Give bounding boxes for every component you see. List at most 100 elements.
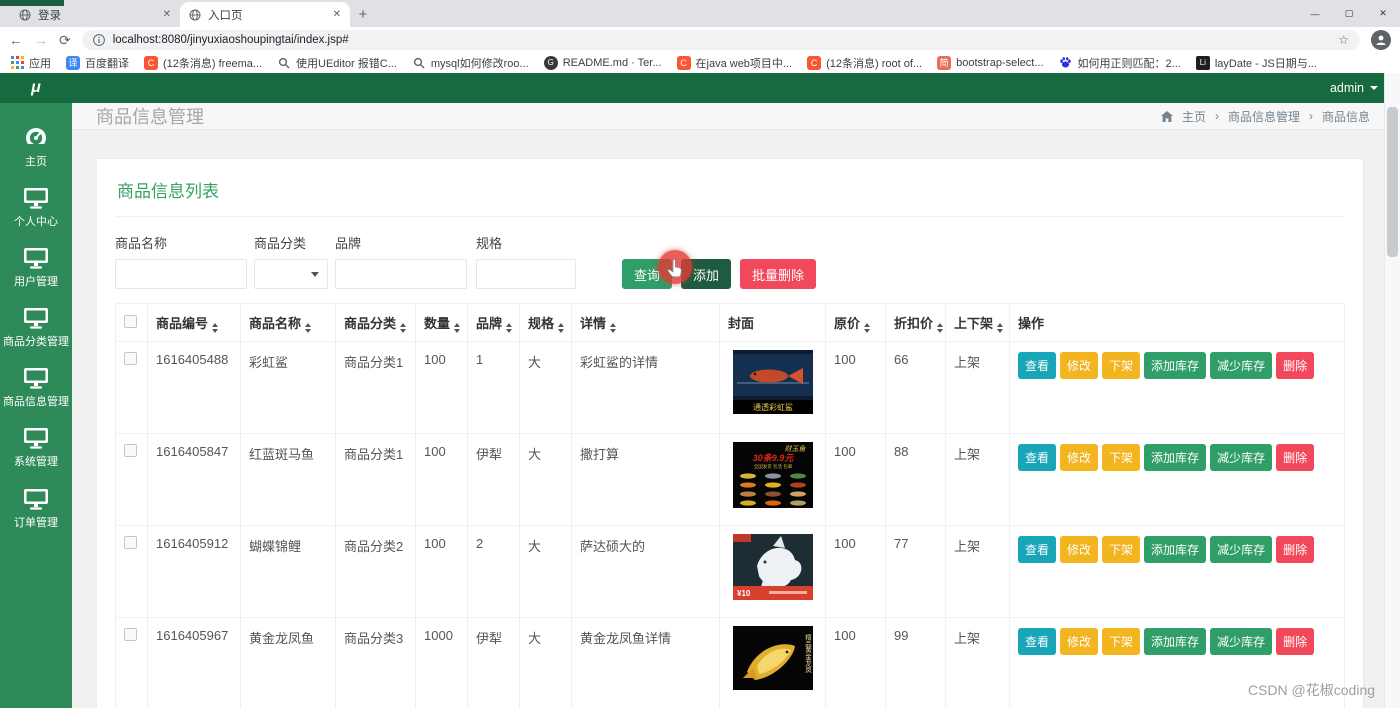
breadcrumb-item[interactable]: 主页 bbox=[1182, 108, 1206, 125]
sort-icon[interactable] bbox=[454, 322, 461, 333]
address-bar[interactable]: localhost:8080/jinyuxiaoshoupingtai/inde… bbox=[81, 29, 1360, 50]
csdn-icon: C bbox=[676, 55, 691, 70]
edit-button[interactable]: 修改 bbox=[1060, 352, 1099, 379]
column-header[interactable]: 折扣价 bbox=[894, 316, 933, 331]
bookmark-readme[interactable]: G README.md · Ter... bbox=[543, 55, 662, 70]
row-checkbox[interactable] bbox=[124, 352, 137, 365]
sidebar-item-home[interactable]: 主页 bbox=[0, 117, 72, 177]
bookmark-star-icon[interactable]: ☆ bbox=[1338, 33, 1349, 47]
edit-button[interactable]: 修改 bbox=[1060, 536, 1099, 563]
app-logo[interactable]: μ bbox=[0, 79, 72, 97]
row-checkbox[interactable] bbox=[124, 628, 137, 641]
add-stock-button[interactable]: 添加库存 bbox=[1144, 352, 1207, 379]
bookmark-csdn-1[interactable]: C (12条消息) freema... bbox=[144, 55, 262, 71]
sort-icon[interactable] bbox=[305, 322, 312, 333]
browser-tab-index[interactable]: 入口页 ✕ bbox=[180, 2, 350, 27]
column-header[interactable]: 详情 bbox=[580, 316, 606, 331]
take-down-button[interactable]: 下架 bbox=[1102, 352, 1141, 379]
sidebar-item-system[interactable]: 系统管理 bbox=[0, 417, 72, 477]
edit-button[interactable]: 修改 bbox=[1060, 444, 1099, 471]
forward-icon[interactable]: → bbox=[34, 33, 48, 47]
bookmark-jianshu[interactable]: 简 bootstrap-select... bbox=[937, 55, 1044, 70]
bookmark-csdn-3[interactable]: C (12条消息) root of... bbox=[807, 55, 922, 71]
edit-button[interactable]: 修改 bbox=[1060, 628, 1099, 655]
minimize-button[interactable]: — bbox=[1298, 0, 1332, 27]
home-icon bbox=[1160, 110, 1173, 122]
column-header[interactable]: 商品编号 bbox=[156, 316, 208, 331]
content-area: 商品信息列表 商品名称 商品分类 品牌 规格 查询 添加 批量删除 商品编号 商… bbox=[72, 130, 1400, 708]
sidebar-item-product-category[interactable]: 商品分类管理 bbox=[0, 297, 72, 357]
bookmark-mysql[interactable]: mysql如何修改roo... bbox=[412, 55, 529, 71]
bookmark-apps[interactable]: 应用 bbox=[11, 55, 51, 71]
page-scrollbar[interactable] bbox=[1384, 73, 1400, 708]
row-checkbox[interactable] bbox=[124, 444, 137, 457]
new-tab-button[interactable]: + bbox=[350, 2, 376, 27]
column-header[interactable]: 品牌 bbox=[476, 316, 502, 331]
view-button[interactable]: 查看 bbox=[1018, 628, 1057, 655]
cell-price: 100 bbox=[825, 341, 886, 434]
close-button[interactable]: ✕ bbox=[1366, 0, 1400, 27]
row-checkbox[interactable] bbox=[124, 536, 137, 549]
take-down-button[interactable]: 下架 bbox=[1102, 628, 1141, 655]
bookmark-ueditor[interactable]: 使用UEditor 报错C... bbox=[277, 55, 397, 71]
sub-stock-button[interactable]: 减少库存 bbox=[1210, 628, 1273, 655]
bookmark-laydate[interactable]: Li layDate - JS日期与... bbox=[1195, 55, 1317, 71]
delete-button[interactable]: 删除 bbox=[1276, 444, 1315, 471]
breadcrumb-item[interactable]: 商品信息管理 bbox=[1228, 108, 1300, 125]
view-button[interactable]: 查看 bbox=[1018, 444, 1057, 471]
maximize-button[interactable]: ▢ bbox=[1332, 0, 1366, 27]
bookmark-baidu[interactable]: 如何用正则匹配：2... bbox=[1059, 55, 1181, 71]
back-icon[interactable]: ← bbox=[9, 33, 23, 47]
browser-tab-login[interactable]: 登录 ✕ bbox=[10, 2, 180, 27]
close-tab-icon[interactable]: ✕ bbox=[333, 9, 341, 20]
batch-delete-button[interactable]: 批量删除 bbox=[740, 259, 817, 289]
bookmark-baidu-translate[interactable]: 译 百度翻译 bbox=[66, 55, 129, 71]
query-button[interactable]: 查询 bbox=[622, 259, 673, 289]
bookmark-csdn-2[interactable]: C 在java web项目中... bbox=[676, 55, 792, 71]
sidebar-item-users[interactable]: 用户管理 bbox=[0, 237, 72, 297]
column-header[interactable]: 上下架 bbox=[954, 316, 993, 331]
close-tab-icon[interactable]: ✕ bbox=[163, 9, 171, 20]
sort-icon[interactable] bbox=[558, 322, 565, 333]
sub-stock-button[interactable]: 减少库存 bbox=[1210, 536, 1273, 563]
sidebar-item-orders[interactable]: 订单管理 bbox=[0, 478, 72, 538]
sort-icon[interactable] bbox=[610, 322, 617, 333]
delete-button[interactable]: 删除 bbox=[1276, 628, 1315, 655]
add-stock-button[interactable]: 添加库存 bbox=[1144, 536, 1207, 563]
column-header[interactable]: 商品分类 bbox=[344, 316, 396, 331]
sub-stock-button[interactable]: 减少库存 bbox=[1210, 444, 1273, 471]
delete-button[interactable]: 删除 bbox=[1276, 536, 1315, 563]
add-stock-button[interactable]: 添加库存 bbox=[1144, 628, 1207, 655]
monitor-icon bbox=[24, 188, 48, 209]
profile-avatar[interactable] bbox=[1371, 29, 1391, 50]
cell-price: 100 bbox=[825, 433, 886, 526]
product-name-input[interactable] bbox=[115, 259, 247, 289]
select-all-checkbox[interactable] bbox=[124, 314, 137, 328]
sort-icon[interactable] bbox=[212, 322, 219, 333]
sidebar-item-product-info[interactable]: 商品信息管理 bbox=[0, 357, 72, 417]
sort-icon[interactable] bbox=[506, 322, 513, 333]
view-button[interactable]: 查看 bbox=[1018, 536, 1057, 563]
column-header[interactable]: 商品名称 bbox=[249, 316, 301, 331]
column-header[interactable]: 规格 bbox=[528, 316, 554, 331]
brand-input[interactable] bbox=[335, 259, 467, 289]
add-stock-button[interactable]: 添加库存 bbox=[1144, 444, 1207, 471]
delete-button[interactable]: 删除 bbox=[1276, 352, 1315, 379]
category-select[interactable] bbox=[254, 259, 328, 289]
refresh-icon[interactable]: ⟳ bbox=[59, 33, 71, 47]
take-down-button[interactable]: 下架 bbox=[1102, 444, 1141, 471]
cover-sub-text: 全国发货 包活 包邮 bbox=[753, 463, 792, 470]
spec-input[interactable] bbox=[476, 259, 576, 289]
add-button[interactable]: 添加 bbox=[681, 259, 732, 289]
view-button[interactable]: 查看 bbox=[1018, 352, 1057, 379]
column-header[interactable]: 原价 bbox=[834, 316, 860, 331]
take-down-button[interactable]: 下架 bbox=[1102, 536, 1141, 563]
column-header[interactable]: 数量 bbox=[424, 316, 450, 331]
sort-icon[interactable] bbox=[864, 322, 871, 333]
sort-icon[interactable] bbox=[997, 322, 1004, 333]
sort-icon[interactable] bbox=[937, 322, 944, 333]
sort-icon[interactable] bbox=[400, 322, 407, 333]
sidebar-item-profile[interactable]: 个人中心 bbox=[0, 177, 72, 237]
sub-stock-button[interactable]: 减少库存 bbox=[1210, 352, 1273, 379]
scrollbar-thumb[interactable] bbox=[1387, 107, 1398, 257]
